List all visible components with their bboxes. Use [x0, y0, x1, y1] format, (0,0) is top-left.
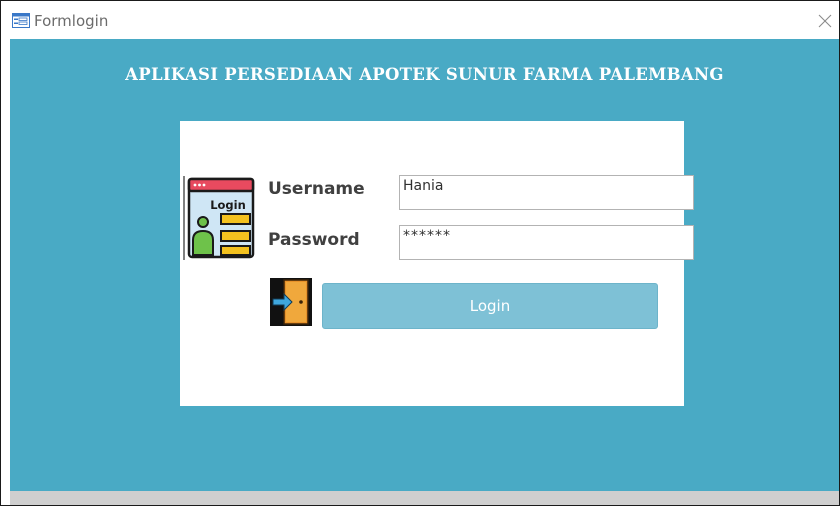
login-window: Formlogin APLIKASI PERSEDIAAN APOTEK SUN… [0, 0, 840, 506]
login-button-label: Login [469, 297, 511, 315]
password-field[interactable]: ****** [399, 225, 694, 260]
password-label: Password [268, 230, 360, 250]
username-label: Username [268, 179, 365, 199]
window-title: Formlogin [34, 12, 109, 30]
status-bar [10, 491, 839, 505]
window-left-border [1, 39, 10, 505]
form-icon [12, 13, 30, 28]
door-exit-icon [270, 278, 312, 326]
app-title: APLIKASI PERSEDIAAN APOTEK SUNUR FARMA P… [125, 65, 724, 84]
close-icon[interactable] [811, 9, 839, 33]
login-button[interactable]: Login [322, 283, 658, 329]
username-field[interactable]: Hania [399, 175, 694, 210]
login-panel: Login Username Password Hania ****** Log… [180, 121, 694, 406]
title-bar: Formlogin [1, 1, 839, 39]
form-body: APLIKASI PERSEDIAAN APOTEK SUNUR FARMA P… [10, 39, 839, 491]
illustration-login-text: Login [210, 198, 246, 212]
login-illustration-icon: Login [183, 176, 255, 260]
